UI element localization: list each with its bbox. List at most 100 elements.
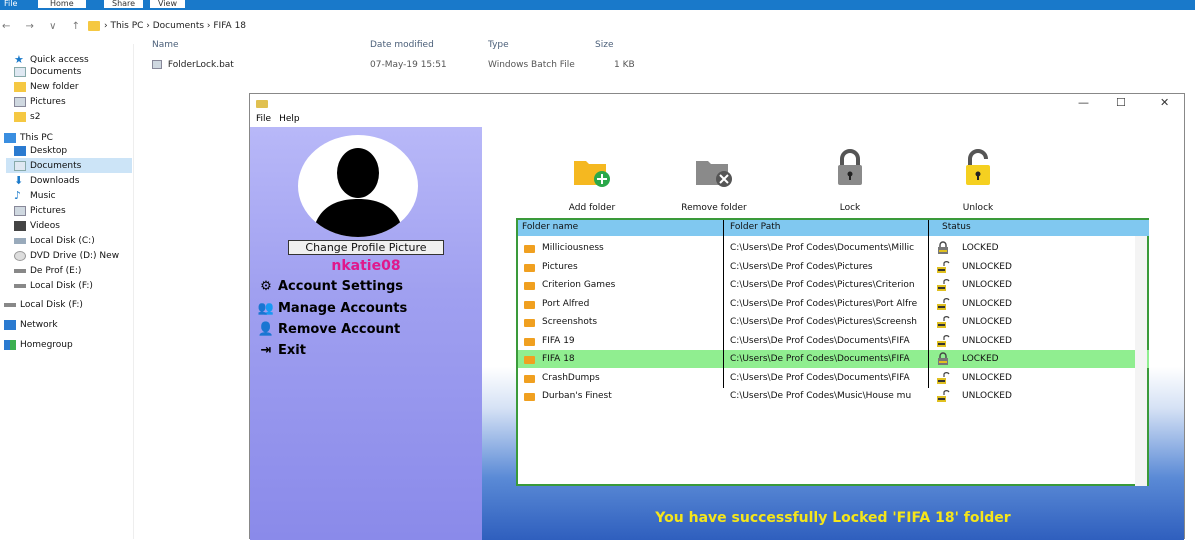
folder-name-cell: Pictures: [542, 261, 578, 272]
table-row[interactable]: Screenshots C:\Users\De Prof Codes\Pictur…: [518, 313, 1149, 331]
column-header-type[interactable]: Type: [488, 40, 509, 54]
folder-icon: [524, 356, 535, 364]
tab-file[interactable]: File: [4, 0, 17, 8]
add-folder-icon: [574, 161, 610, 187]
vertical-scrollbar[interactable]: [1135, 236, 1147, 486]
file-row[interactable]: FolderLock.bat 07-May-19 15:51 Windows B…: [152, 60, 672, 70]
breadcrumb[interactable]: › This PC › Documents › FIFA 18: [104, 21, 246, 31]
folder-name-cell: CrashDumps: [542, 372, 600, 383]
status-cell: UNLOCKED: [962, 298, 1012, 309]
sidebar-item-label: De Prof (E:): [30, 265, 82, 276]
unlock-button[interactable]: Unlock: [928, 147, 1028, 213]
folder-icon: [524, 337, 535, 346]
remove-folder-label: Remove folder: [681, 203, 747, 213]
status-cell: UNLOCKED: [962, 261, 1012, 272]
sidebar-item-music[interactable]: ♪ Music: [14, 188, 56, 203]
column-header-name[interactable]: Name: [152, 40, 179, 54]
sidebar-item-local-disk-c[interactable]: Local Disk (C:): [14, 233, 95, 248]
column-header-size[interactable]: Size: [595, 40, 613, 54]
sidebar-item-documents[interactable]: Documents: [14, 64, 81, 79]
sidebar-item-pictures[interactable]: Pictures: [14, 94, 66, 109]
folder-path-cell: C:\Users\De Prof Codes\Pictures\Screensh: [730, 317, 917, 327]
menu-help[interactable]: Help: [279, 114, 300, 127]
folder-icon: [524, 263, 535, 272]
column-divider: [723, 236, 724, 388]
header-folder-name[interactable]: Folder name: [522, 222, 578, 232]
sidebar-item-dvd-drive[interactable]: DVD Drive (D:) New: [14, 248, 119, 263]
user-silhouette-icon: [312, 148, 404, 237]
add-folder-button[interactable]: Add folder: [542, 147, 642, 213]
network-icon: [4, 319, 16, 330]
folder-path-cell: C:\Users\De Prof Codes\Documents\FIFA: [730, 335, 910, 346]
sidebar-item-label: This PC: [20, 132, 53, 143]
sidebar-item-local-disk-f-root[interactable]: Local Disk (F:): [4, 297, 83, 312]
sidebar-item-de-prof[interactable]: De Prof (E:): [14, 263, 81, 278]
column-header-date[interactable]: Date modified: [370, 40, 434, 54]
documents-icon: [14, 66, 26, 77]
documents-icon: [14, 160, 26, 171]
table-row[interactable]: Port Alfred C:\Users\De Prof Codes\Pictur…: [518, 295, 1149, 313]
unlocked-icon: [937, 279, 950, 291]
tab-view[interactable]: View: [150, 0, 185, 8]
remove-account-button[interactable]: 👤 Remove Account: [258, 322, 400, 337]
avatar[interactable]: [298, 135, 418, 237]
unlocked-icon: [937, 334, 950, 347]
sidebar-item-documents-pc[interactable]: Documents: [6, 158, 132, 173]
sidebar-item-label: Network: [20, 319, 58, 330]
nav-buttons[interactable]: ← → ∨ ↑: [2, 21, 86, 32]
sidebar-item-videos[interactable]: Videos: [14, 218, 60, 233]
sidebar-item-label: Local Disk (C:): [30, 235, 95, 246]
folder-icon: [524, 245, 535, 253]
tab-home[interactable]: Home: [38, 0, 86, 8]
unlock-icon: [966, 149, 990, 185]
sidebar-item-label: New folder: [30, 81, 79, 92]
sidebar-item-s2[interactable]: s2: [14, 109, 40, 124]
header-divider: [723, 220, 724, 236]
header-status[interactable]: Status: [942, 222, 971, 232]
tab-share[interactable]: Share: [104, 0, 144, 8]
menu-file[interactable]: File: [256, 114, 271, 127]
maximize-button[interactable]: ☐: [1116, 96, 1126, 109]
manage-accounts-button[interactable]: 👥 Manage Accounts: [258, 301, 407, 316]
folder-name-cell: Port Alfred: [542, 298, 590, 309]
sidebar-item-network[interactable]: Network: [4, 317, 58, 332]
table-row[interactable]: Durban's Finest C:\Users\De Prof Codes\Mu…: [518, 387, 1149, 405]
account-settings-button[interactable]: ⚙ Account Settings: [258, 279, 403, 294]
folder-path-cell: C:\Users\De Prof Codes\Documents\FIFA: [730, 354, 910, 364]
table-row[interactable]: CrashDumps C:\Users\De Prof Codes\Documen…: [518, 369, 1149, 387]
ribbon: File Home Share View: [0, 0, 1195, 10]
exit-button[interactable]: ⇥ Exit: [258, 343, 306, 358]
table-row[interactable]: Milliciousness C:\Users\De Prof Codes\Doc…: [518, 239, 1149, 257]
sidebar-item-label: Pictures: [30, 205, 66, 216]
drive-icon: [4, 302, 16, 307]
sidebar-item-homegroup[interactable]: Homegroup: [4, 337, 73, 352]
sidebar-item-local-disk-f[interactable]: Local Disk (F:): [14, 278, 93, 293]
sidebar-item-downloads[interactable]: ⬇ Downloads: [14, 173, 79, 188]
lock-button[interactable]: Lock: [800, 147, 900, 213]
desktop-icon: [14, 145, 26, 156]
folder-path-cell: C:\Users\De Prof Codes\Pictures\Port Alf…: [730, 298, 918, 309]
unlock-label: Unlock: [962, 203, 994, 213]
table-row[interactable]: FIFA 19 C:\Users\De Prof Codes\Documents\…: [518, 332, 1149, 350]
table-header: Folder name Folder Path Status: [518, 220, 1149, 236]
remove-folder-button[interactable]: Remove folder: [664, 147, 764, 213]
folders-table: Folder name Folder Path Status Milliciou…: [516, 218, 1149, 486]
sidebar-item-pictures-pc[interactable]: Pictures: [14, 203, 66, 218]
remove-user-icon: 👤: [257, 322, 275, 337]
folder-icon: [88, 21, 100, 31]
sidebar-item-label: Quick access: [30, 54, 89, 65]
sidebar-item-label: Documents: [30, 160, 82, 171]
close-button[interactable]: ✕: [1160, 96, 1169, 109]
header-folder-path[interactable]: Folder Path: [730, 222, 780, 232]
status-cell: UNLOCKED: [962, 335, 1012, 346]
status-cell: LOCKED: [962, 354, 999, 364]
table-row[interactable]: FIFA 18 C:\Users\De Prof Codes\Documents\…: [518, 350, 1149, 368]
minimize-button[interactable]: —: [1078, 96, 1089, 109]
sidebar-item-new-folder[interactable]: New folder: [14, 79, 79, 94]
sidebar-item-desktop[interactable]: Desktop: [14, 143, 67, 158]
change-profile-picture-button[interactable]: Change Profile Picture: [288, 240, 444, 255]
table-row[interactable]: Criterion Games C:\Users\De Prof Codes\Pi…: [518, 276, 1149, 294]
folder-name-cell: Screenshots: [542, 317, 598, 327]
table-row[interactable]: Pictures C:\Users\De Prof Codes\Pictures U…: [518, 258, 1149, 276]
status-cell: LOCKED: [962, 243, 999, 253]
